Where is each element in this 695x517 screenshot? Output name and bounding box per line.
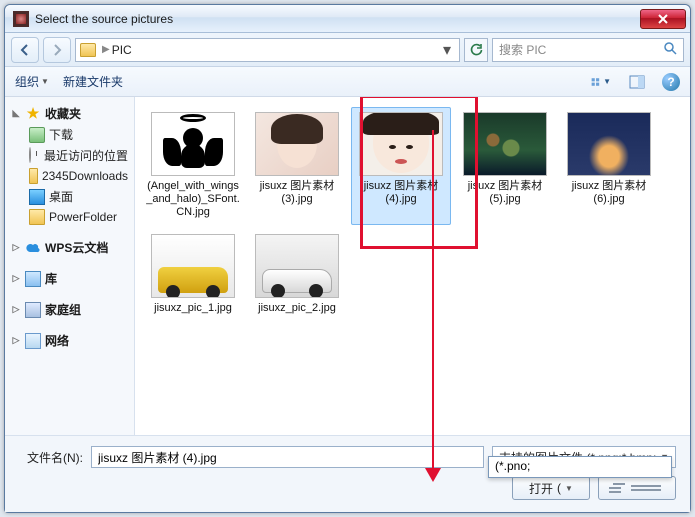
desktop-icon (29, 189, 45, 205)
file-label: jisuxz 图片素材 (3).jpg (250, 180, 344, 206)
breadcrumb-separator: ▶ (102, 44, 110, 55)
file-item-selected[interactable]: jisuxz 图片素材 (4).jpg (351, 107, 451, 225)
sidebar-homegroup-header[interactable]: ▷ 家庭组 (5, 299, 134, 320)
arrow-right-icon (50, 43, 64, 57)
network-icon (25, 333, 41, 349)
file-item[interactable]: jisuxz 图片素材 (5).jpg (455, 107, 555, 225)
refresh-icon (469, 43, 483, 57)
window-close-button[interactable] (640, 9, 686, 29)
sidebar-network-header[interactable]: ▷ 网络 (5, 330, 134, 351)
sidebar-favorites-header[interactable]: ◣ ★ 收藏夹 (5, 103, 134, 124)
search-placeholder: 搜索 PIC (499, 41, 546, 58)
file-label: jisuxz 图片素材 (5).jpg (458, 180, 552, 206)
toolbar-newfolder-button[interactable]: 新建文件夹 (63, 73, 123, 90)
view-options-button[interactable]: ▼ (590, 72, 612, 92)
titlebar: Select the source pictures (5, 5, 690, 33)
search-box[interactable]: 搜索 PIC (492, 38, 684, 62)
sidebar-item-recent[interactable]: 最近访问的位置 (5, 145, 134, 166)
file-thumbnail (255, 234, 339, 298)
file-item[interactable]: jisuxz 图片素材 (3).jpg (247, 107, 347, 225)
refresh-button[interactable] (464, 38, 488, 62)
twisty-open-icon: ◣ (11, 109, 21, 119)
file-item[interactable]: jisuxz 图片素材 (6).jpg (559, 107, 659, 225)
file-item[interactable]: (Angel_with_wings_and_halo)_SFont.CN.jpg (143, 107, 243, 225)
file-label: (Angel_with_wings_and_halo)_SFont.CN.jpg (146, 180, 240, 220)
breadcrumb-segment[interactable]: PIC (112, 43, 132, 57)
address-dropdown-icon[interactable]: ▾ (439, 40, 455, 60)
file-label: jisuxz 图片素材 (6).jpg (562, 180, 656, 206)
sidebar-libraries-header[interactable]: ▷ 库 (5, 268, 134, 289)
cancel-button[interactable]: 取消 (598, 476, 676, 500)
preview-pane-button[interactable] (626, 72, 648, 92)
twisty-closed-icon: ▷ (11, 336, 21, 346)
search-icon (663, 41, 677, 58)
nav-back-button[interactable] (11, 37, 39, 63)
address-bar[interactable]: ▶ PIC ▾ (75, 38, 460, 62)
thumbnails-icon (591, 75, 601, 89)
nav-forward-button[interactable] (43, 37, 71, 63)
preview-icon (629, 75, 645, 89)
window-title: Select the source pictures (35, 12, 173, 26)
sidebar-item-powerfolder[interactable]: PowerFolder (5, 207, 134, 227)
library-icon (25, 271, 41, 287)
sidebar-item-2345downloads[interactable]: 2345Downloads (5, 166, 134, 186)
twisty-closed-icon: ▷ (11, 305, 21, 315)
file-thumbnail (463, 112, 547, 176)
file-item[interactable]: jisuxz_pic_2.jpg (247, 229, 347, 320)
cloud-icon (25, 240, 41, 256)
file-label: jisuxz 图片素材 (4).jpg (354, 180, 448, 206)
sidebar-wps-header[interactable]: ▷ WPS云文档 (5, 237, 134, 258)
help-button[interactable]: ? (662, 73, 680, 91)
toolbar-organize-button[interactable]: 组织▼ (15, 73, 49, 90)
file-thumbnail (567, 112, 651, 176)
homegroup-icon (25, 302, 41, 318)
clock-icon (29, 147, 31, 163)
nav-bar: ▶ PIC ▾ 搜索 PIC (5, 33, 690, 67)
sidebar-item-downloads[interactable]: 下载 (5, 124, 134, 145)
star-icon: ★ (25, 106, 41, 122)
close-icon (658, 14, 668, 24)
file-thumbnail (151, 234, 235, 298)
open-button[interactable]: 打开 ( ▼ (512, 476, 590, 500)
split-chevron-icon: ▼ (565, 484, 573, 493)
obscured-icon (607, 480, 667, 496)
file-thumbnail (255, 112, 339, 176)
arrow-left-icon (18, 43, 32, 57)
filename-label: 文件名(N): (19, 449, 83, 466)
folder-icon (29, 209, 45, 225)
filename-input[interactable] (91, 446, 484, 468)
file-list-pane[interactable]: (Angel_with_wings_and_halo)_SFont.CN.jpg… (135, 97, 690, 435)
folder-icon (29, 168, 38, 184)
file-thumbnail (151, 112, 235, 176)
twisty-closed-icon: ▷ (11, 274, 21, 284)
toolbar: 组织▼ 新建文件夹 ▼ ? (5, 67, 690, 97)
file-item[interactable]: jisuxz_pic_1.jpg (143, 229, 243, 320)
file-open-dialog: Select the source pictures ▶ PIC ▾ 搜索 PI… (4, 4, 691, 513)
twisty-closed-icon: ▷ (11, 243, 21, 253)
sidebar: ◣ ★ 收藏夹 下载 最近访问的位置 2345Downloads 桌面 Powe… (5, 97, 135, 435)
sidebar-item-desktop[interactable]: 桌面 (5, 186, 134, 207)
file-label: jisuxz_pic_1.jpg (154, 302, 232, 315)
dialog-footer: 文件名(N): 支持的图片文件 (*.png;*.bmp; ▼ 打开 ( ▼ 取… (5, 435, 690, 512)
filetype-dropdown-list[interactable]: (*.pno; (488, 456, 672, 478)
file-thumbnail (359, 112, 443, 176)
file-label: jisuxz_pic_2.jpg (258, 302, 336, 315)
app-icon (13, 11, 29, 27)
folder-icon (80, 43, 96, 57)
download-icon (29, 127, 45, 143)
